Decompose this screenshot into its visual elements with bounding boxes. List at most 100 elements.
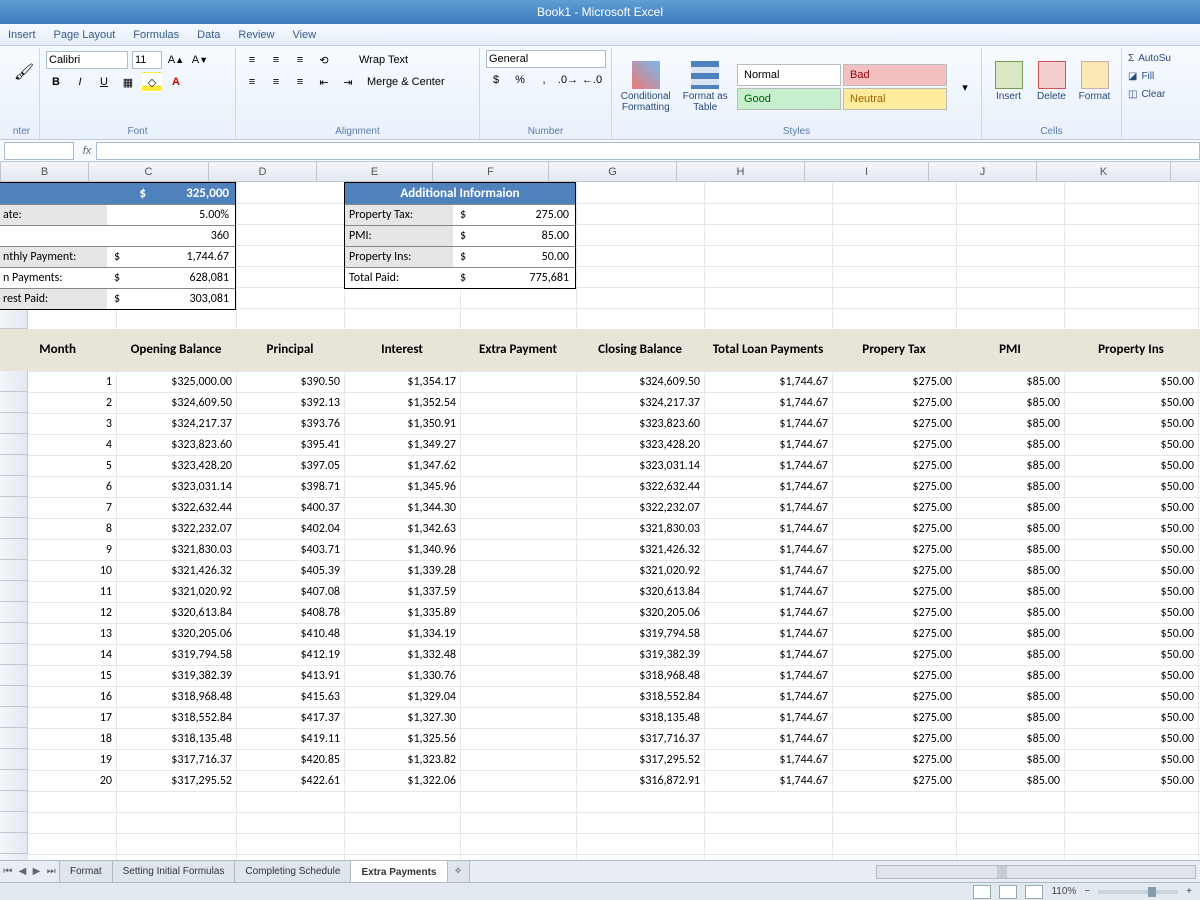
number-format-select[interactable]	[486, 50, 606, 68]
cell[interactable]: $1,330.76	[344, 665, 460, 686]
cell[interactable]: $50.00	[1064, 602, 1198, 623]
cell[interactable]: $1,332.48	[344, 644, 460, 665]
cell[interactable]: $85.00	[956, 434, 1064, 455]
cell[interactable]: $50.00	[1064, 644, 1198, 665]
cell[interactable]: $1,744.67	[704, 497, 832, 518]
row-header[interactable]	[0, 623, 28, 644]
cell[interactable]: $275.00	[832, 623, 956, 644]
increase-indent-button[interactable]: ⇥	[338, 72, 358, 92]
cell[interactable]: 13	[28, 623, 116, 644]
cell[interactable]: $50.00	[1064, 371, 1198, 392]
cell[interactable]: $1,744.67	[704, 602, 832, 623]
cell[interactable]: $323,823.60	[116, 434, 236, 455]
increase-decimal-button[interactable]: .0→	[558, 70, 578, 90]
cell[interactable]: $419.11	[236, 728, 344, 749]
first-tab-icon[interactable]: ⏮	[3, 866, 12, 877]
row-header[interactable]	[0, 581, 28, 602]
worksheet[interactable]: BCDEFGHIJKL $325,000ate:5.00%360nthly Pa…	[0, 162, 1200, 860]
style-good[interactable]: Good	[737, 88, 841, 110]
cell[interactable]: $325,000.00	[116, 371, 236, 392]
cell[interactable]: $275.00	[832, 581, 956, 602]
cell[interactable]: $324,609.50	[576, 371, 704, 392]
cell[interactable]: $319,794.58	[116, 644, 236, 665]
cell[interactable]: 18	[28, 728, 116, 749]
cell[interactable]: $321,020.92	[116, 581, 236, 602]
cell[interactable]: $317,295.52	[576, 749, 704, 770]
cell[interactable]: $322,632.44	[576, 476, 704, 497]
cell[interactable]: $1,335.89	[344, 602, 460, 623]
cell[interactable]: 1	[28, 371, 116, 392]
sheet-tab[interactable]: Setting Initial Formulas	[113, 861, 236, 882]
cell[interactable]: 2	[28, 392, 116, 413]
cell[interactable]: $1,354.17	[344, 371, 460, 392]
cell[interactable]: $85.00	[956, 644, 1064, 665]
decrease-font-button[interactable]: A▼	[190, 50, 210, 70]
cell[interactable]: $275.00	[832, 707, 956, 728]
new-sheet-button[interactable]: ✧	[448, 861, 470, 882]
zoom-slider[interactable]	[1098, 890, 1178, 894]
sheet-tab[interactable]: Extra Payments	[351, 861, 447, 882]
cell[interactable]: $85.00	[956, 497, 1064, 518]
cell[interactable]: $324,217.37	[576, 392, 704, 413]
cell[interactable]: $275.00	[832, 476, 956, 497]
cell[interactable]: $1,329.04	[344, 686, 460, 707]
comma-button[interactable]: ,	[534, 70, 554, 90]
cell[interactable]: $1,323.82	[344, 749, 460, 770]
cell[interactable]: $85.00	[956, 455, 1064, 476]
name-box[interactable]	[4, 142, 74, 160]
cell[interactable]: $323,428.20	[116, 455, 236, 476]
cell[interactable]: $50.00	[1064, 770, 1198, 791]
cell[interactable]: $1,340.96	[344, 539, 460, 560]
cell[interactable]: 11	[28, 581, 116, 602]
cell[interactable]: $323,823.60	[576, 413, 704, 434]
zoom-out-button[interactable]: −	[1084, 886, 1090, 897]
cell[interactable]: $50.00	[1064, 392, 1198, 413]
cell[interactable]: $390.50	[236, 371, 344, 392]
cell[interactable]: 10	[28, 560, 116, 581]
col-header-I[interactable]: I	[805, 162, 929, 181]
cell[interactable]: $85.00	[956, 602, 1064, 623]
cell[interactable]: $275.00	[832, 392, 956, 413]
cell[interactable]: $1,744.67	[704, 518, 832, 539]
prev-tab-icon[interactable]: ◀	[19, 866, 27, 877]
percent-button[interactable]: %	[510, 70, 530, 90]
cell[interactable]: 9	[28, 539, 116, 560]
cell[interactable]: $320,205.06	[116, 623, 236, 644]
cell[interactable]: $321,426.32	[116, 560, 236, 581]
cell[interactable]: $85.00	[956, 476, 1064, 497]
increase-font-button[interactable]: A▲	[166, 50, 186, 70]
format-cells-button[interactable]: Format	[1074, 50, 1115, 112]
cell[interactable]: $320,613.84	[116, 602, 236, 623]
cell[interactable]: $410.48	[236, 623, 344, 644]
align-bottom-button[interactable]: ≡	[290, 50, 310, 70]
table-header[interactable]: Opening Balance	[116, 329, 236, 371]
cell[interactable]: $397.05	[236, 455, 344, 476]
cell[interactable]: $317,295.52	[116, 770, 236, 791]
cell[interactable]: $422.61	[236, 770, 344, 791]
style-normal[interactable]: Normal	[737, 64, 841, 86]
cell[interactable]: $1,744.67	[704, 539, 832, 560]
cell[interactable]: $1,744.67	[704, 749, 832, 770]
cell[interactable]: $400.37	[236, 497, 344, 518]
col-header-B[interactable]: B	[1, 162, 89, 181]
formula-input[interactable]	[96, 142, 1200, 160]
row-header[interactable]	[0, 812, 28, 833]
cell[interactable]: $415.63	[236, 686, 344, 707]
cell[interactable]: 5	[28, 455, 116, 476]
cell[interactable]: $85.00	[956, 665, 1064, 686]
font-color-button[interactable]: A	[166, 72, 186, 92]
cell[interactable]: $50.00	[1064, 707, 1198, 728]
horizontal-scrollbar[interactable]	[470, 861, 1200, 882]
col-header-E[interactable]: E	[317, 162, 433, 181]
cell[interactable]: $1,325.56	[344, 728, 460, 749]
cell[interactable]: $85.00	[956, 728, 1064, 749]
cell[interactable]: $275.00	[832, 644, 956, 665]
tab-page-layout[interactable]: Page Layout	[54, 29, 116, 41]
table-header[interactable]: Interest	[344, 329, 460, 371]
cell[interactable]: 14	[28, 644, 116, 665]
page-layout-view-button[interactable]	[999, 885, 1017, 899]
cell[interactable]: $322,632.44	[116, 497, 236, 518]
cells-grid[interactable]: $325,000ate:5.00%360nthly Payment:$1,744…	[28, 182, 1200, 860]
table-header[interactable]: Closing Balance	[576, 329, 704, 371]
cell[interactable]: $417.37	[236, 707, 344, 728]
